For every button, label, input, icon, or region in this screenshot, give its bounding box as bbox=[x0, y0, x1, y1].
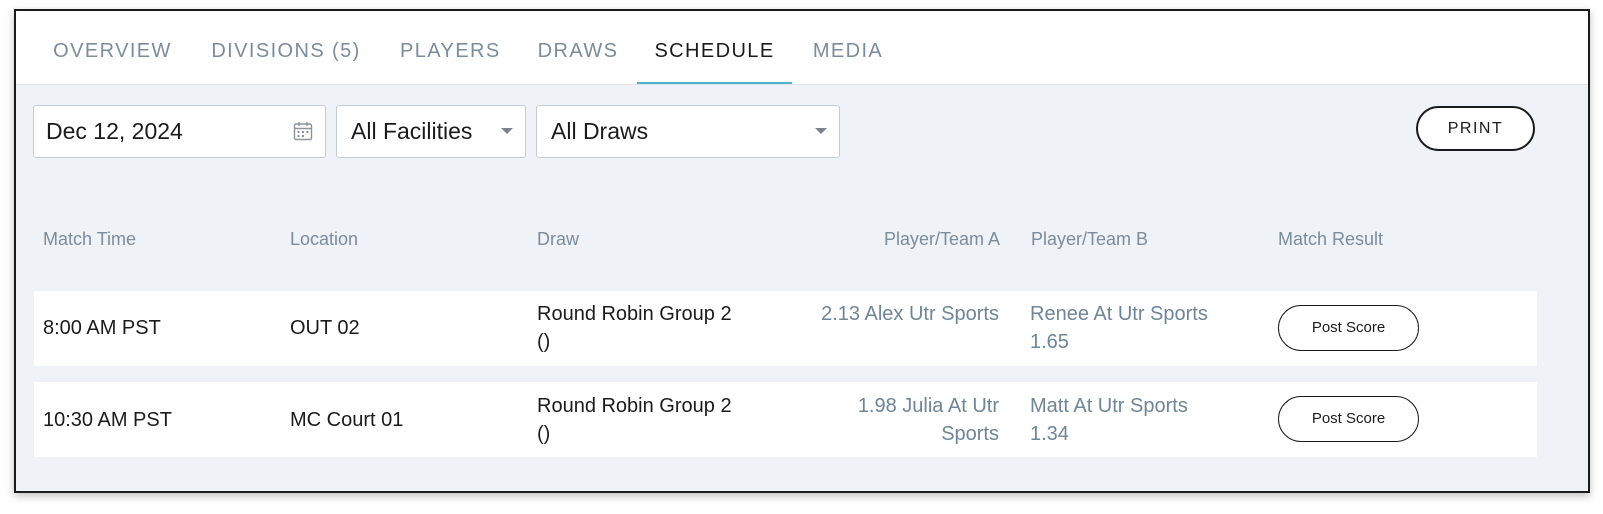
draw-name-suffix: () bbox=[537, 423, 551, 445]
tab-bar: OVERVIEW DIVISIONS (5) PLAYERS DRAWS SCH… bbox=[16, 11, 1588, 85]
table-row: 8:00 AM PST OUT 02 Round Robin Group 2 (… bbox=[34, 291, 1537, 366]
tab-overview[interactable]: OVERVIEW bbox=[53, 40, 172, 84]
header-match-time: Match Time bbox=[43, 229, 137, 249]
tournament-panel: OVERVIEW DIVISIONS (5) PLAYERS DRAWS SCH… bbox=[14, 9, 1590, 493]
table-row: 10:30 AM PST MC Court 01 Round Robin Gro… bbox=[34, 382, 1537, 457]
tab-divisions[interactable]: DIVISIONS (5) bbox=[211, 40, 361, 84]
header-location: Location bbox=[290, 229, 359, 249]
player-b-link[interactable]: Renee At Utr Sports 1.65 bbox=[1030, 300, 1208, 356]
date-value: Dec 12, 2024 bbox=[46, 118, 183, 144]
post-score-button[interactable]: Post Score bbox=[1278, 396, 1419, 442]
player-b-name: Matt At Utr Sports bbox=[1030, 395, 1188, 417]
chevron-down-icon bbox=[501, 128, 513, 134]
player-a-link[interactable]: 2.13 Alex Utr Sports bbox=[774, 300, 999, 328]
tab-schedule[interactable]: SCHEDULE bbox=[637, 40, 792, 84]
player-b-name: Renee At Utr Sports bbox=[1030, 303, 1208, 325]
player-b-rating: 1.34 bbox=[1030, 423, 1069, 445]
print-button[interactable]: PRINT bbox=[1416, 106, 1535, 151]
header-draw: Draw bbox=[537, 229, 580, 249]
player-a-link[interactable]: 1.98 Julia At Utr Sports bbox=[774, 392, 999, 448]
facility-select[interactable]: All Facilities bbox=[336, 105, 526, 158]
tab-players[interactable]: PLAYERS bbox=[400, 40, 499, 84]
post-score-button[interactable]: Post Score bbox=[1278, 305, 1419, 351]
draw-name[interactable]: Round Robin Group 2 () bbox=[537, 300, 732, 356]
player-a-name: 1.98 Julia At Utr bbox=[857, 395, 999, 417]
location: OUT 02 bbox=[290, 317, 360, 339]
draw-select[interactable]: All Draws bbox=[536, 105, 840, 158]
header-player-b: Player/Team B bbox=[1031, 229, 1149, 249]
location: MC Court 01 bbox=[290, 409, 404, 431]
header-player-a: Player/Team A bbox=[883, 229, 1000, 249]
draw-name-suffix: () bbox=[537, 331, 551, 353]
draw-name-line: Round Robin Group 2 bbox=[537, 303, 732, 325]
draw-name-line: Round Robin Group 2 bbox=[537, 395, 732, 417]
draw-name[interactable]: Round Robin Group 2 () bbox=[537, 392, 732, 448]
calendar-icon[interactable] bbox=[293, 121, 313, 141]
match-time: 10:30 AM PST bbox=[43, 409, 172, 431]
draw-filter-value: All Draws bbox=[551, 118, 649, 144]
player-a-name-cont: Sports bbox=[941, 423, 999, 445]
player-b-link[interactable]: Matt At Utr Sports 1.34 bbox=[1030, 392, 1188, 448]
date-picker[interactable]: Dec 12, 2024 bbox=[33, 105, 326, 158]
match-time: 8:00 AM PST bbox=[43, 317, 161, 339]
player-b-rating: 1.65 bbox=[1030, 331, 1069, 353]
tab-draws[interactable]: DRAWS bbox=[537, 40, 619, 84]
facility-value: All Facilities bbox=[351, 118, 473, 144]
tab-media[interactable]: MEDIA bbox=[812, 40, 884, 84]
header-match-result: Match Result bbox=[1278, 229, 1384, 249]
chevron-down-icon bbox=[815, 128, 827, 134]
